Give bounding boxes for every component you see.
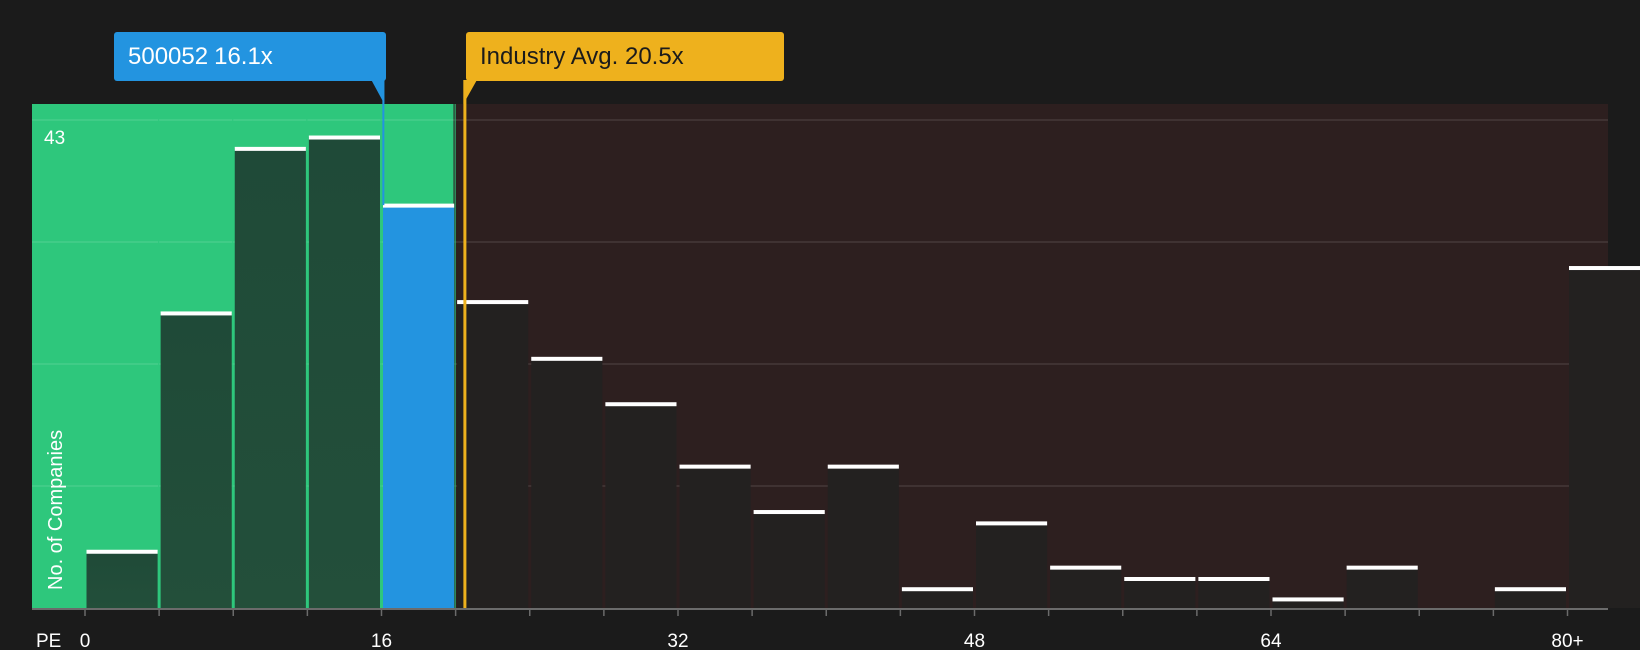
industry-avg-line	[463, 80, 467, 608]
histogram-bar-cap-20	[1494, 587, 1566, 592]
x-tick-label-16: 16	[371, 631, 392, 650]
histogram-bar-20	[1494, 588, 1566, 608]
histogram-bar-cap-13	[976, 521, 1048, 526]
stock-ticker: 500052	[128, 43, 209, 70]
histogram-bar-10	[753, 511, 825, 608]
histogram-bar-13	[976, 522, 1048, 608]
industry-avg-pointer	[463, 80, 477, 104]
histogram-bar-cap-2	[160, 311, 232, 316]
histogram-bar-cap-10	[753, 510, 825, 515]
histogram-bar-4	[308, 137, 380, 608]
industry-avg-label: Industry Avg. 20.5x	[480, 43, 684, 70]
stock-pe-value: 16.1x	[214, 43, 273, 70]
histogram-bar-cap-16	[1198, 576, 1270, 581]
histogram-bar-16	[1198, 578, 1270, 608]
histogram-bar-14	[1050, 567, 1122, 608]
histogram-bar-cap-7	[531, 356, 603, 361]
histogram-bar-cap-4	[308, 135, 380, 140]
histogram-bar-cap-5	[383, 203, 455, 208]
histogram-bar-cap-21	[1569, 266, 1640, 271]
histogram-bar-7	[531, 358, 603, 608]
y-max-label: 43	[44, 128, 65, 149]
histogram-bar-cap-17	[1272, 597, 1344, 602]
pe-distribution-chart: 0 16 32 48 64 80+ 43 No. of Companies PE	[32, 80, 1640, 650]
histogram-bar-3	[234, 148, 306, 609]
histogram-bar-cap-12	[901, 587, 973, 592]
x-axis-label: PE	[36, 631, 61, 650]
histogram-bar-2	[160, 312, 232, 608]
histogram-bar-cap-9	[679, 464, 751, 469]
histogram-bar-cap-15	[1124, 576, 1196, 581]
histogram-bar-cap-8	[605, 402, 677, 407]
histogram-bar-1	[86, 551, 158, 608]
x-tick-label-80plus: 80+	[1551, 631, 1583, 650]
x-tick-label-48: 48	[964, 631, 985, 650]
histogram-bar-9	[679, 466, 751, 608]
histogram-bar-cap-3	[234, 146, 306, 151]
industry-avg-callout: Industry Avg. 20.5x	[466, 32, 784, 81]
stock-pe-callout: 500052 16.1x	[114, 32, 386, 81]
histogram-bar-18	[1346, 567, 1418, 608]
histogram-bar-cap-11	[827, 464, 899, 469]
x-tick-label-0: 0	[80, 631, 91, 650]
x-tick-label-64: 64	[1260, 631, 1282, 650]
histogram-bar-5	[383, 205, 455, 608]
histogram-bar-cap-14	[1050, 565, 1122, 570]
y-axis-label: No. of Companies	[45, 430, 67, 590]
histogram-bar-cap-18	[1346, 565, 1418, 570]
histogram-bar-6	[457, 301, 529, 608]
histogram-bar-21	[1569, 267, 1640, 608]
histogram-bar-cap-6	[457, 300, 529, 305]
histogram-bar-cap-1	[86, 549, 158, 554]
histogram-bar-15	[1124, 578, 1196, 608]
x-tick-label-32: 32	[667, 631, 688, 650]
histogram-bar-8	[605, 403, 677, 608]
histogram-bar-12	[901, 588, 973, 608]
histogram-bar-11	[827, 466, 899, 608]
